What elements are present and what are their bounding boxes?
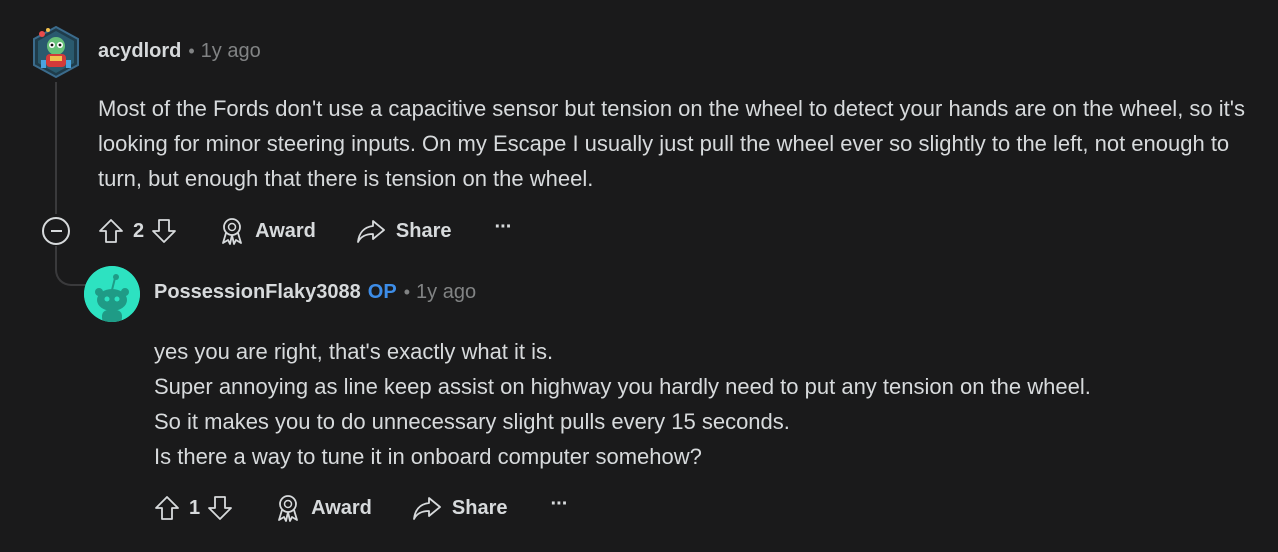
- comment-text: Most of the Fords don't use a capacitive…: [98, 96, 1245, 191]
- avatar[interactable]: [84, 266, 140, 322]
- meta-separator: •: [188, 41, 195, 61]
- downvote-button[interactable]: [205, 493, 235, 523]
- arrow-up-outline-icon: [155, 496, 179, 520]
- comment-meta: acydlord • 1y ago: [98, 40, 261, 63]
- reply-line: Super annoying as line keep assist on hi…: [154, 374, 1091, 399]
- username[interactable]: acydlord: [98, 40, 181, 63]
- arrow-down-outline-icon: [152, 219, 177, 243]
- thread-line[interactable]: [55, 82, 57, 214]
- award-label: Award: [255, 219, 316, 242]
- vote-count: 2: [133, 219, 145, 242]
- arrow-down-outline-icon: [208, 496, 233, 520]
- user-avatar-icon: [33, 25, 79, 79]
- award-ribbon-icon: [278, 495, 299, 522]
- reply-line: Is there a way to tune it in onboard com…: [154, 444, 702, 469]
- comment-body: Most of the Fords don't use a capacitive…: [98, 91, 1273, 196]
- share-arrow-icon: [412, 497, 441, 520]
- award-button[interactable]: Award: [219, 217, 316, 245]
- vote-count: 1: [189, 496, 201, 519]
- upvote-button[interactable]: [96, 216, 126, 246]
- reply-action-bar: 1 Award Share ···: [152, 490, 568, 526]
- share-button[interactable]: Share: [356, 218, 452, 244]
- reply-line: So it makes you to do unnecessary slight…: [154, 409, 790, 434]
- thread-line-reply-connector: [55, 246, 87, 286]
- award-ribbon-icon: [222, 218, 243, 245]
- username[interactable]: PossessionFlaky3088: [154, 281, 361, 304]
- comment-action-bar: 2 Award Share ···: [96, 213, 512, 249]
- timestamp[interactable]: 1y ago: [201, 40, 261, 63]
- reply-meta: PossessionFlaky3088 OP • 1y ago: [154, 281, 476, 304]
- arrow-up-outline-icon: [99, 219, 123, 243]
- reply-body: yes you are right, that's exactly what i…: [154, 334, 1254, 474]
- upvote-button[interactable]: [152, 493, 182, 523]
- timestamp[interactable]: 1y ago: [416, 281, 476, 304]
- minus-icon: [50, 230, 62, 232]
- snoo-avatar-icon: [84, 266, 140, 322]
- share-label: Share: [451, 496, 508, 519]
- share-arrow-icon: [356, 220, 385, 243]
- meta-separator: •: [403, 282, 411, 302]
- collapse-thread-button[interactable]: [42, 217, 70, 245]
- avatar[interactable]: [28, 24, 84, 80]
- award-button[interactable]: Award: [275, 494, 372, 522]
- reply-line: yes you are right, that's exactly what i…: [154, 339, 554, 364]
- award-label: Award: [311, 496, 372, 519]
- more-options-button[interactable]: ···: [550, 494, 568, 514]
- more-options-button[interactable]: ···: [494, 217, 512, 237]
- downvote-button[interactable]: [149, 216, 179, 246]
- share-button[interactable]: Share: [412, 495, 508, 521]
- op-badge: OP: [367, 281, 397, 303]
- share-label: Share: [395, 219, 452, 242]
